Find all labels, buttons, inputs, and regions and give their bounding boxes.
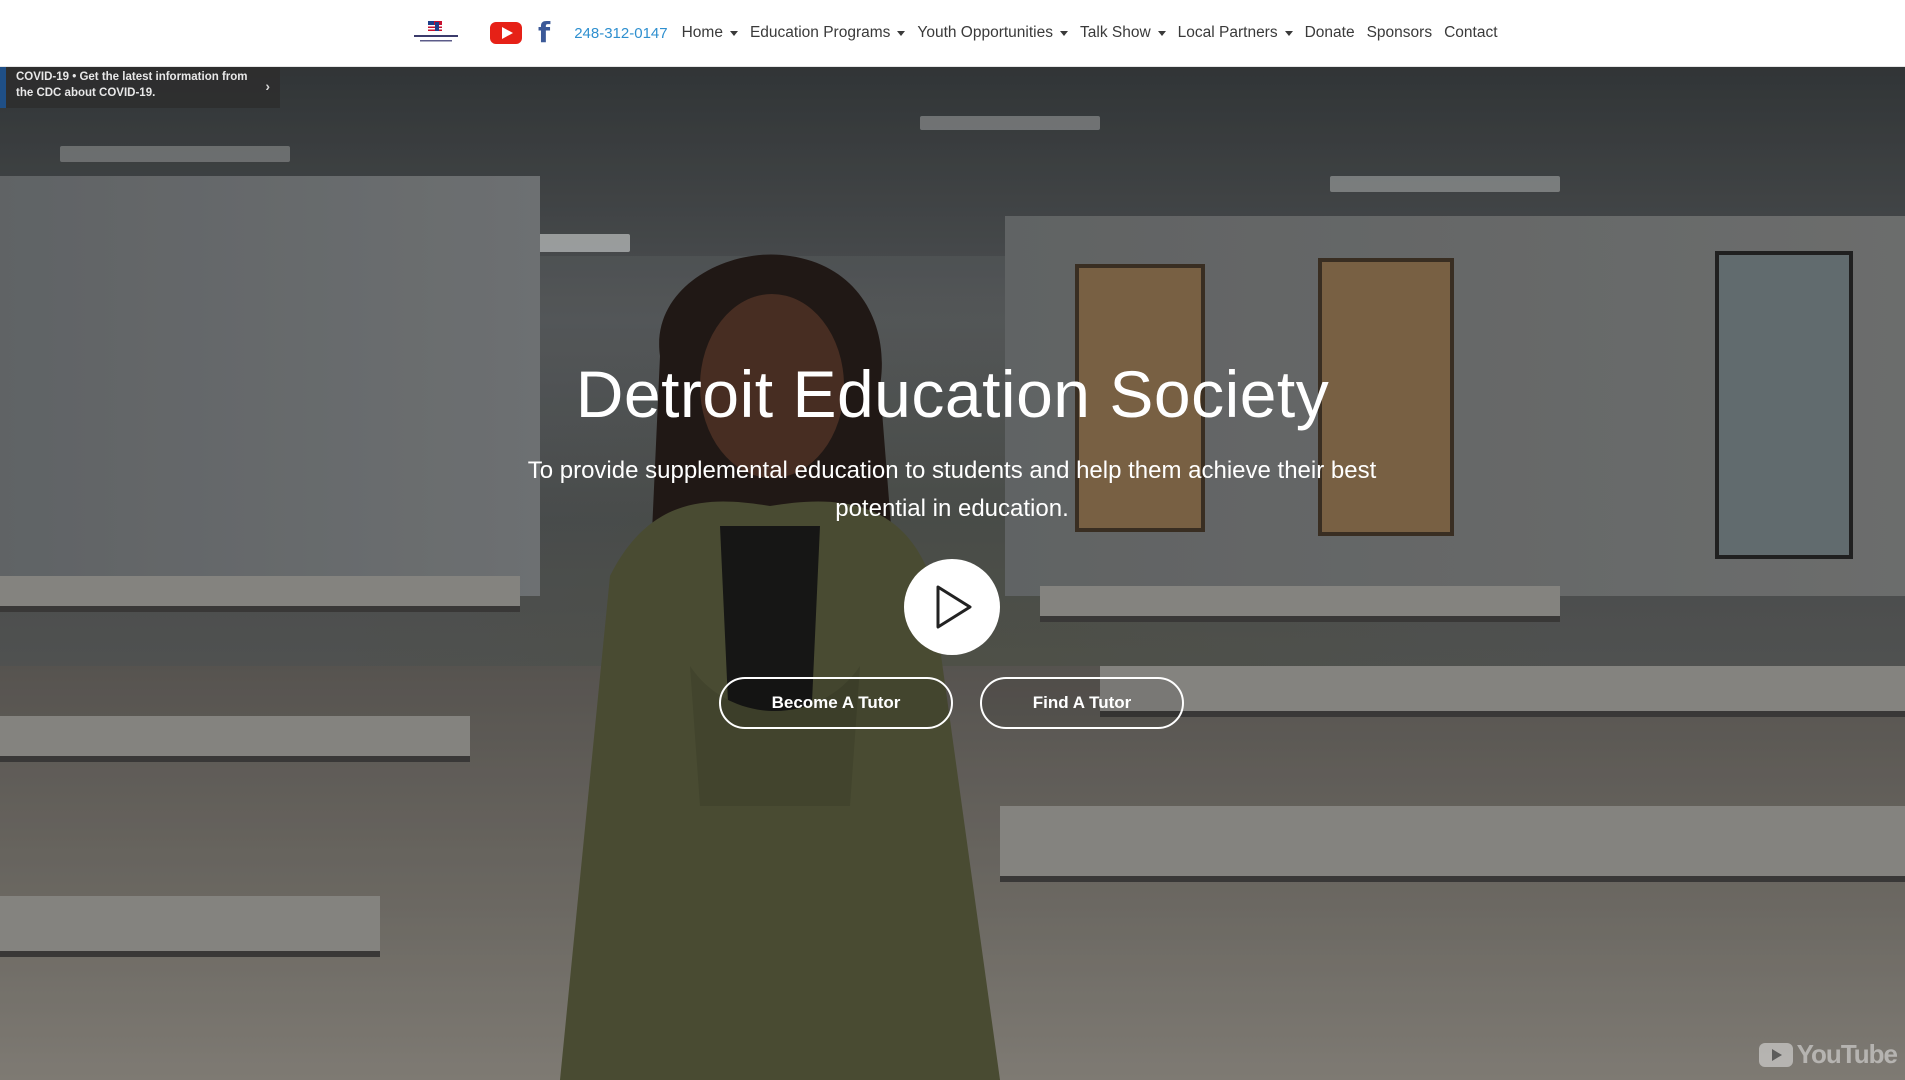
nav-item-label: Talk Show (1080, 24, 1151, 41)
youtube-icon[interactable] (490, 22, 522, 44)
covid-banner-text: COVID-19 • Get the latest information fr… (16, 71, 248, 99)
nav-item-talk-show[interactable]: Talk Show (1080, 24, 1166, 42)
nav-item-label: Home (681, 24, 723, 41)
nav-item-label: Contact (1444, 24, 1498, 41)
phone-link[interactable]: 248-312-0147 (574, 25, 667, 42)
play-icon (936, 585, 972, 629)
top-navbar: f 248-312-0147 Home Education Programs Y… (0, 0, 1905, 67)
nav-item-label: Youth Opportunities (917, 24, 1053, 41)
nav-inner: f 248-312-0147 Home Education Programs Y… (412, 0, 1504, 66)
caret-down-icon (729, 30, 738, 36)
nav-item-donate[interactable]: Donate (1305, 24, 1355, 42)
nav-item-sponsors[interactable]: Sponsors (1367, 24, 1432, 42)
covid-info-banner[interactable]: COVID-19 • Get the latest information fr… (0, 66, 280, 108)
nav-menu: Home Education Programs Youth Opportunit… (676, 24, 1504, 42)
page-title: Detroit Education Society (575, 357, 1330, 431)
hero-content: Detroit Education Society To provide sup… (0, 66, 1905, 1080)
caret-down-icon (897, 30, 906, 36)
nav-item-label: Education Programs (749, 24, 891, 41)
nav-item-label: Local Partners (1177, 24, 1278, 41)
nav-item-home[interactable]: Home (682, 24, 738, 42)
nav-item-label: Sponsors (1366, 24, 1433, 41)
nav-item-contact[interactable]: Contact (1444, 24, 1497, 42)
nav-item-youth-opportunities[interactable]: Youth Opportunities (917, 24, 1068, 42)
site-logo[interactable] (412, 18, 460, 48)
facebook-icon[interactable]: f (538, 19, 550, 47)
nav-item-local-partners[interactable]: Local Partners (1178, 24, 1293, 42)
play-video-button[interactable] (904, 559, 1000, 655)
become-tutor-button[interactable]: Become A Tutor (719, 677, 953, 729)
caret-down-icon (1284, 30, 1293, 36)
chevron-right-icon: › (265, 78, 270, 94)
caret-down-icon (1060, 30, 1068, 36)
find-tutor-button[interactable]: Find A Tutor (980, 677, 1184, 729)
caret-down-icon (1157, 30, 1166, 36)
nav-item-education-programs[interactable]: Education Programs (749, 24, 906, 42)
nav-item-label: Donate (1304, 24, 1355, 41)
logo-emblem-icon (414, 21, 458, 42)
hero-subtitle: To provide supplemental education to stu… (527, 457, 1377, 522)
